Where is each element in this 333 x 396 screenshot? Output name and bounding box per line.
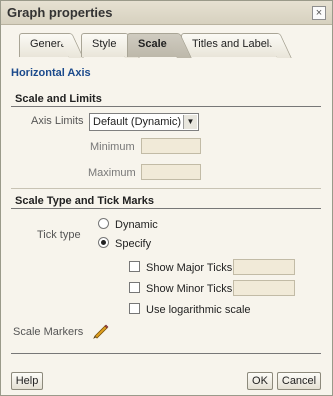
- axis-heading: Horizontal Axis: [11, 67, 91, 79]
- tab-general-label: General: [30, 38, 70, 50]
- tick-type-dynamic-label: Dynamic: [115, 219, 158, 231]
- tick-type-dynamic-radio[interactable]: [98, 218, 109, 229]
- tab-style[interactable]: Style: [81, 33, 125, 57]
- show-minor-ticks-label: Show Minor Ticks: [146, 283, 233, 295]
- close-icon: ×: [315, 7, 323, 19]
- tab-titles-and-labels-label: Titles and Labels: [192, 38, 275, 50]
- tab-scale[interactable]: Scale: [127, 33, 177, 57]
- tick-type-specify-label: Specify: [115, 238, 152, 250]
- graph-properties-dialog: Graph properties × General Style Scale T…: [0, 0, 333, 396]
- pencil-icon[interactable]: [93, 323, 109, 339]
- section-divider: [11, 188, 321, 189]
- log-scale-checkbox[interactable]: [129, 303, 140, 314]
- cancel-button[interactable]: Cancel: [277, 372, 321, 390]
- help-button[interactable]: Help: [11, 372, 43, 390]
- tick-type-label: Tick type: [37, 229, 81, 241]
- scale-limits-title: Scale and Limits: [15, 93, 102, 105]
- axis-limits-select[interactable]: Default (Dynamic) ▼: [89, 113, 199, 131]
- tab-general[interactable]: General: [19, 33, 69, 57]
- ok-button[interactable]: OK: [247, 372, 273, 390]
- log-scale-label: Use logarithmic scale: [146, 304, 251, 316]
- show-major-ticks-label: Show Major Ticks: [146, 262, 233, 274]
- minimum-label: Minimum: [90, 141, 135, 153]
- tick-type-specify-radio[interactable]: [98, 237, 109, 248]
- tab-scale-label: Scale: [138, 38, 167, 50]
- scale-markers-label: Scale Markers: [13, 326, 84, 338]
- chevron-down-icon[interactable]: ▼: [183, 115, 197, 129]
- major-ticks-field[interactable]: [233, 259, 295, 275]
- tick-marks-title: Scale Type and Tick Marks: [15, 195, 154, 207]
- dialog-titlebar: Graph properties ×: [1, 1, 332, 25]
- axis-limits-label: Axis Limits: [31, 115, 84, 127]
- axis-limits-value: Default (Dynamic): [93, 116, 182, 128]
- close-button[interactable]: ×: [312, 6, 326, 20]
- dialog-title: Graph properties: [7, 5, 113, 20]
- minor-ticks-field[interactable]: [233, 280, 295, 296]
- tick-marks-divider: [11, 208, 321, 209]
- show-minor-ticks-checkbox[interactable]: [129, 282, 140, 293]
- show-major-ticks-checkbox[interactable]: [129, 261, 140, 272]
- scale-limits-divider: [11, 106, 321, 107]
- minimum-field[interactable]: [141, 138, 201, 154]
- tab-style-label: Style: [92, 38, 117, 50]
- tab-titles-and-labels[interactable]: Titles and Labels: [181, 33, 277, 57]
- maximum-label: Maximum: [88, 167, 136, 179]
- maximum-field[interactable]: [141, 164, 201, 180]
- footer-divider: [11, 353, 321, 354]
